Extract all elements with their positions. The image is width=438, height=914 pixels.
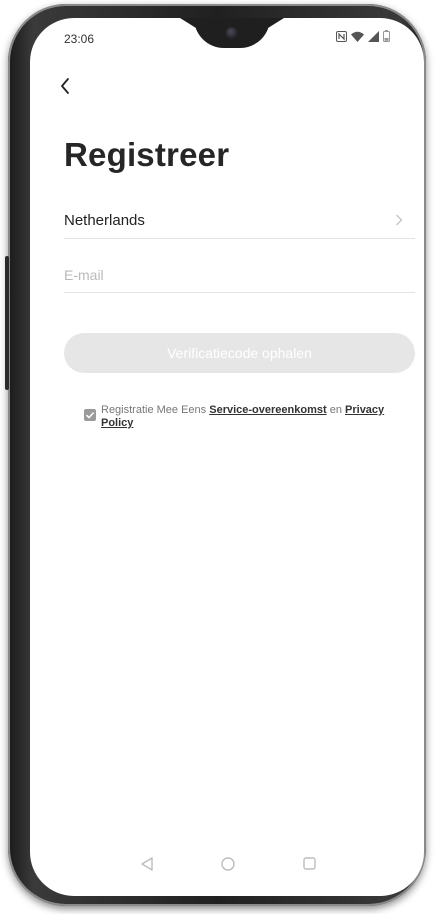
email-field-row	[64, 256, 415, 293]
agreement-prefix: Registratie Mee Eens	[101, 404, 207, 416]
agreement-conjunction: en	[329, 404, 342, 416]
signal-icon	[368, 30, 379, 42]
country-selector[interactable]: Netherlands	[64, 202, 415, 239]
nfc-icon	[336, 30, 347, 42]
agreement-text: Registratie Mee Eens Service-overeenkoms…	[101, 404, 416, 430]
back-button[interactable]	[56, 74, 80, 98]
screen: 23:06 Registreer Netherlands E-mail Veri…	[30, 18, 424, 896]
home-circle-icon[interactable]	[220, 856, 236, 872]
volume-button	[5, 256, 9, 296]
checkmark-icon	[85, 412, 95, 419]
system-nav-bar	[30, 852, 424, 882]
power-button	[5, 294, 9, 390]
battery-icon	[383, 30, 390, 42]
service-agreement-link[interactable]: Service-overeenkomst	[209, 404, 326, 416]
status-icons	[336, 30, 390, 42]
chevron-left-icon	[61, 78, 69, 94]
get-verification-code-button[interactable]: Verificatiecode ophalen	[64, 333, 415, 373]
recents-square-icon[interactable]	[302, 856, 317, 871]
email-input[interactable]	[64, 264, 415, 286]
wifi-icon	[351, 31, 364, 42]
page-title: Registreer	[64, 136, 230, 173]
country-label: Netherlands	[64, 212, 145, 229]
status-time: 23:06	[64, 32, 95, 46]
notch-corner	[268, 18, 284, 28]
chevron-right-icon	[396, 214, 403, 226]
agreement-checkbox[interactable]	[84, 409, 96, 421]
back-triangle-icon[interactable]	[140, 856, 154, 872]
phone-frame: 23:06 Registreer Netherlands E-mail Veri…	[5, 4, 426, 906]
front-camera	[226, 27, 238, 39]
